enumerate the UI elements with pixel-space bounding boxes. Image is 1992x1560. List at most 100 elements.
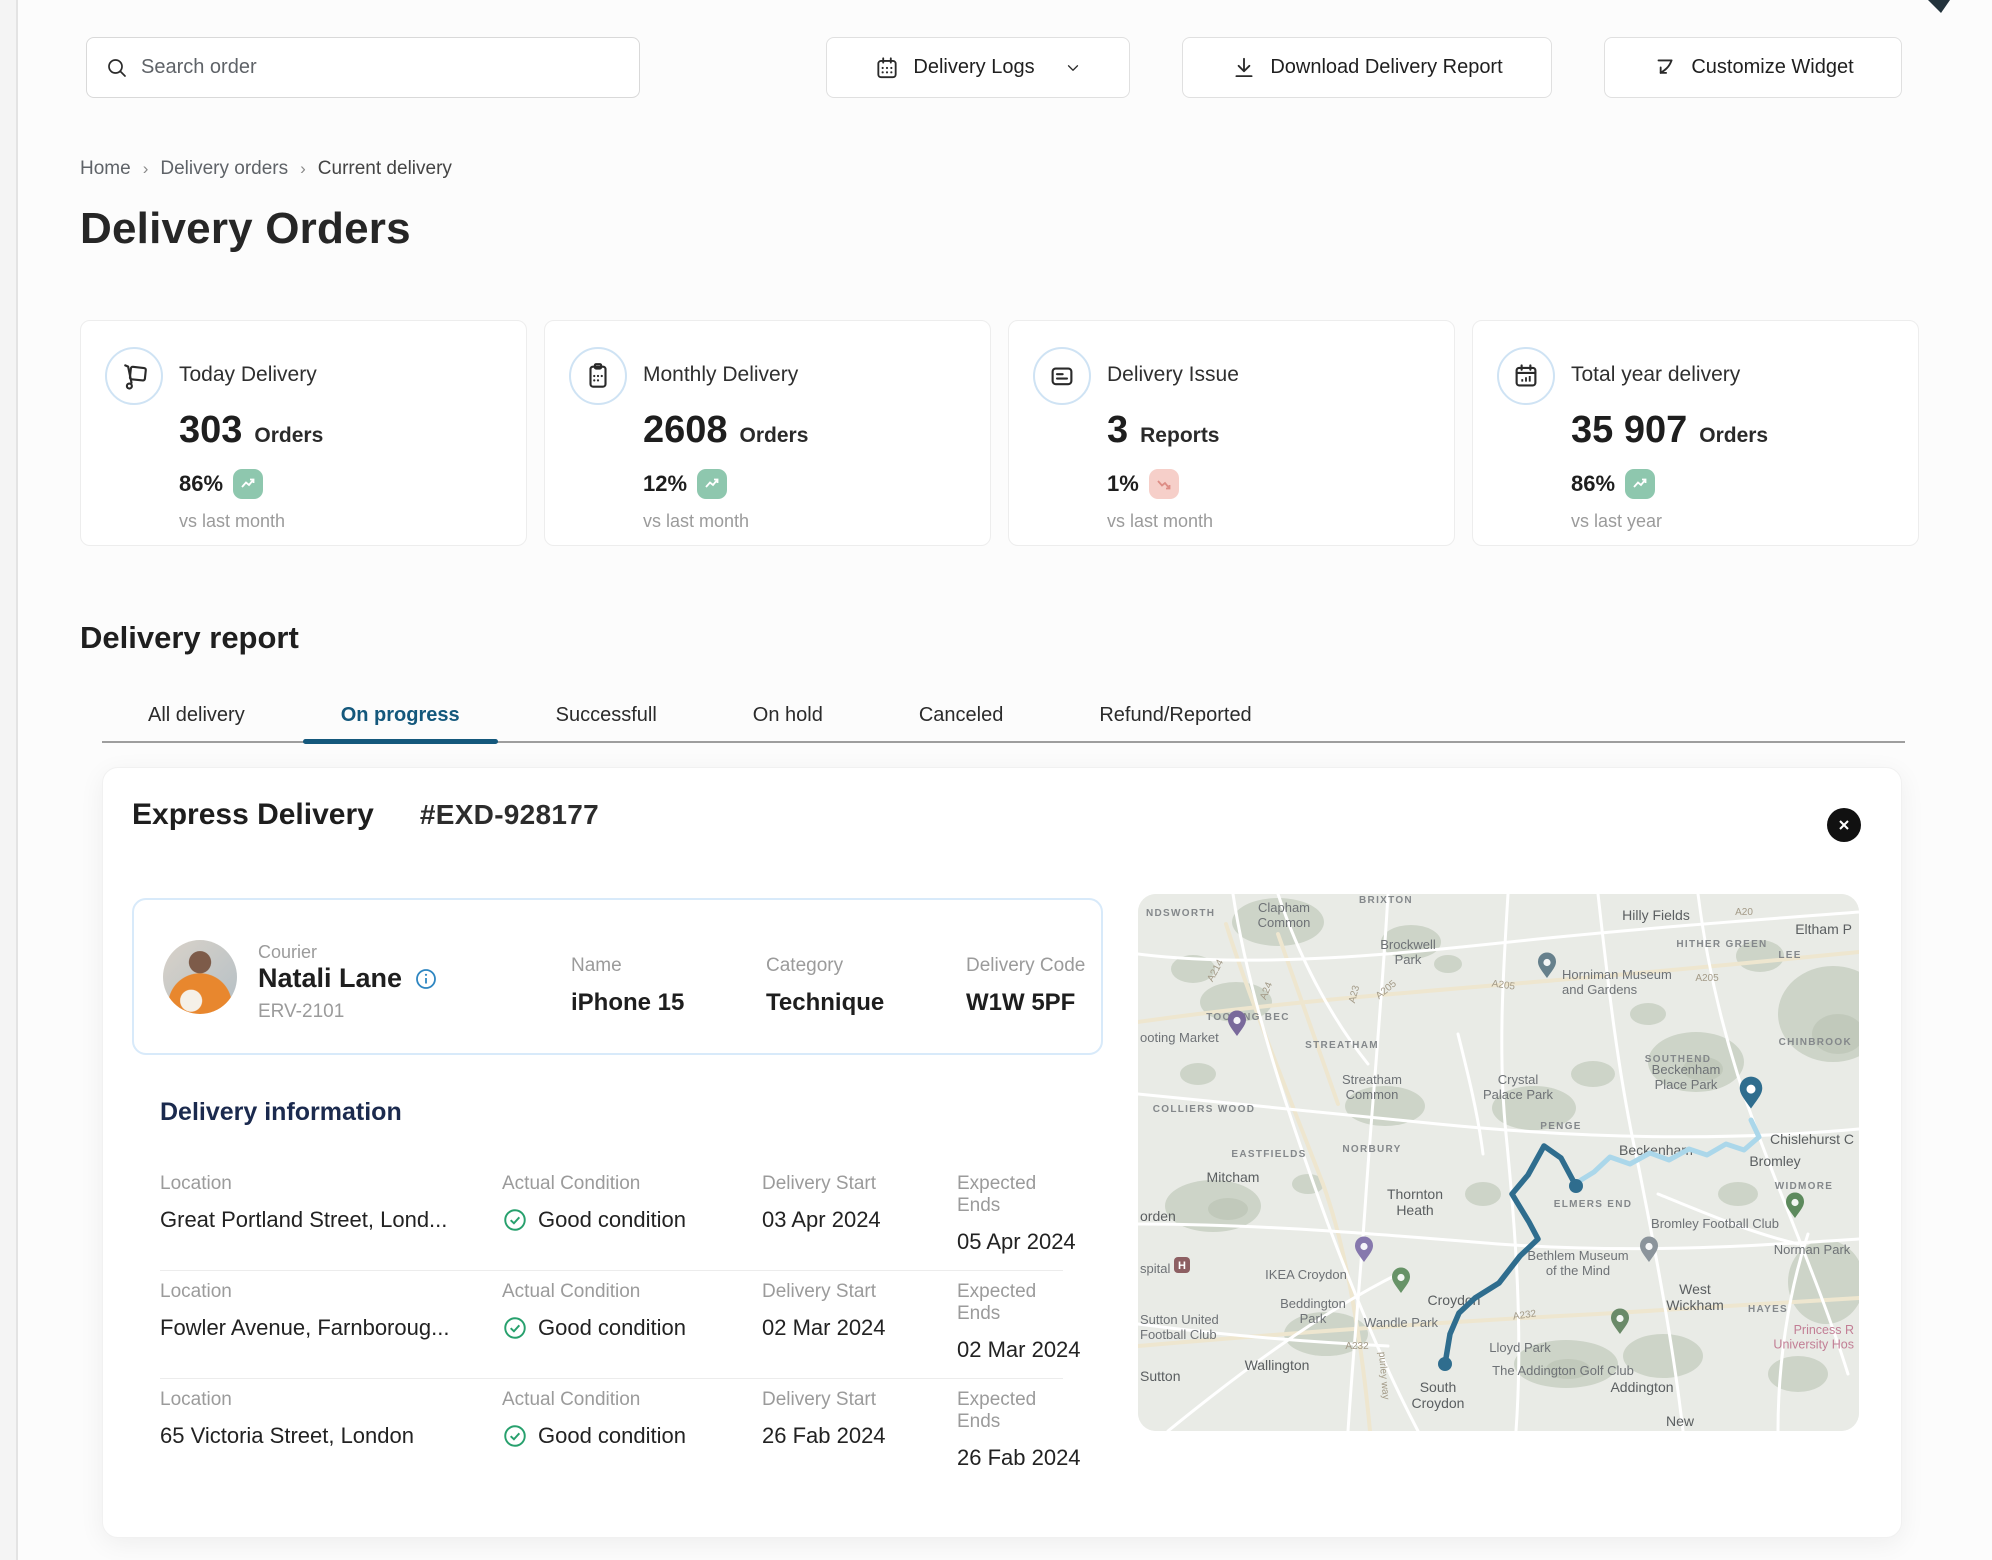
trend-up-icon	[1625, 469, 1655, 499]
stat-title: Delivery Issue	[1107, 363, 1239, 387]
calendar-icon	[874, 55, 900, 81]
map-label: A20	[1735, 907, 1753, 918]
delivery-logs-button[interactable]: Delivery Logs	[826, 37, 1130, 98]
info-icon[interactable]	[414, 967, 438, 991]
breadcrumb-current-delivery[interactable]: Current delivery	[318, 158, 452, 180]
stat-comparison: vs last year	[1571, 511, 1662, 532]
map-label: The Addington Golf Club	[1492, 1363, 1634, 1378]
tab-on-progress[interactable]: On progress	[295, 694, 506, 741]
end-date: 26 Fab 2024	[957, 1445, 1081, 1471]
field-value: iPhone 15	[571, 989, 684, 1017]
column-label: Expected Ends	[957, 1173, 1076, 1217]
field-value: Technique	[766, 989, 884, 1017]
stat-value: 35 907	[1571, 409, 1687, 452]
page-title: Delivery Orders	[80, 204, 411, 254]
field-delivery-code: Delivery Code W1W 5PF	[966, 955, 1085, 1017]
check-circle-icon	[502, 1315, 528, 1341]
map-label: TOOTING BEC	[1206, 1012, 1290, 1023]
column-label: Location	[160, 1389, 414, 1411]
stat-percent: 86%	[1571, 471, 1615, 497]
report-tabs: All delivery On progress Successfull On …	[102, 694, 1905, 743]
map-label: Wallington	[1245, 1357, 1310, 1373]
map-label: STREATHAM	[1305, 1040, 1379, 1051]
column-label: Delivery Start	[762, 1281, 886, 1303]
field-label: Category	[766, 955, 884, 977]
courier-label: Courier	[258, 942, 317, 963]
route-end-dot	[1438, 1357, 1452, 1371]
tab-on-hold[interactable]: On hold	[707, 694, 869, 741]
left-rail	[0, 0, 18, 1560]
breadcrumb-delivery-orders[interactable]: Delivery orders	[160, 158, 288, 180]
map-label: EASTFIELDS	[1231, 1149, 1306, 1160]
map-label: HITHER GREEN	[1676, 939, 1767, 950]
stat-title: Monthly Delivery	[643, 363, 798, 387]
stat-value: 2608	[643, 409, 728, 452]
map-label: Mitcham	[1207, 1169, 1260, 1185]
map-label: StreathamCommon	[1342, 1072, 1402, 1102]
map-label: New	[1666, 1413, 1695, 1429]
location-value: Great Portland Street, Lond...	[160, 1207, 447, 1233]
delivery-logs-label: Delivery Logs	[913, 56, 1034, 79]
tab-canceled[interactable]: Canceled	[873, 694, 1050, 741]
trend-up-icon	[233, 469, 263, 499]
map-label: NORBURY	[1342, 1144, 1401, 1155]
search-input[interactable]	[141, 56, 621, 79]
map-label: Bromley Football Club	[1651, 1216, 1779, 1231]
breadcrumb-separator: ›	[300, 159, 306, 179]
search-box	[86, 37, 640, 98]
end-date: 02 Mar 2024	[957, 1337, 1081, 1363]
map-label: PENGE	[1540, 1121, 1582, 1132]
trend-up-icon	[697, 469, 727, 499]
start-date: 03 Apr 2024	[762, 1207, 881, 1233]
download-report-button[interactable]: Download Delivery Report	[1182, 37, 1552, 98]
start-date: 02 Mar 2024	[762, 1315, 886, 1341]
breadcrumb-separator: ›	[143, 159, 149, 179]
end-date: 05 Apr 2024	[957, 1229, 1076, 1255]
stat-unit: Orders	[740, 424, 809, 448]
tab-refund-reported[interactable]: Refund/Reported	[1053, 694, 1297, 741]
field-category: Category Technique	[766, 955, 884, 1017]
customize-widget-button[interactable]: Customize Widget	[1604, 37, 1902, 98]
hospital-pin: H	[1174, 1257, 1190, 1273]
column-label: Location	[160, 1173, 447, 1195]
map-label: Sutton	[1140, 1368, 1180, 1384]
start-date: 26 Fab 2024	[762, 1423, 886, 1449]
map-label: ClaphamCommon	[1258, 900, 1311, 930]
stat-percent: 12%	[643, 471, 687, 497]
field-value: W1W 5PF	[966, 989, 1085, 1017]
map-label: Hilly Fields	[1622, 907, 1690, 923]
column-label: Expected Ends	[957, 1389, 1081, 1433]
courier-avatar	[163, 940, 237, 1014]
stat-percent: 86%	[179, 471, 223, 497]
route-map[interactable]: NDSWORTHClaphamCommonBRIXTONHilly Fields…	[1138, 894, 1859, 1431]
map-label: BeckenhamPlace Park	[1652, 1062, 1721, 1092]
close-button[interactable]	[1827, 808, 1861, 842]
tab-all-delivery[interactable]: All delivery	[102, 694, 291, 741]
customize-widget-icon	[1652, 55, 1678, 81]
stat-title: Total year delivery	[1571, 363, 1740, 387]
column-label: Actual Condition	[502, 1389, 686, 1411]
delivery-info-row: Location Fowler Avenue, Farnboroug... Ac…	[160, 1271, 1063, 1379]
close-icon	[1836, 817, 1852, 833]
map-label: NDSWORTH	[1146, 908, 1215, 919]
stat-title: Today Delivery	[179, 363, 317, 387]
breadcrumb: Home › Delivery orders › Current deliver…	[80, 158, 452, 180]
trolley-icon	[105, 347, 163, 405]
stat-comparison: vs last month	[1107, 511, 1213, 532]
tab-successfull[interactable]: Successfull	[510, 694, 703, 741]
check-circle-icon	[502, 1207, 528, 1233]
map-label: Addington	[1610, 1379, 1673, 1395]
report-heading: Delivery report	[80, 620, 299, 656]
map-label: COLLIERS WOOD	[1153, 1104, 1255, 1115]
column-label: Location	[160, 1281, 449, 1303]
check-circle-icon	[502, 1423, 528, 1449]
location-value: 65 Victoria Street, London	[160, 1423, 414, 1449]
map-label: Sutton UnitedFootball Club	[1140, 1312, 1219, 1342]
stat-unit: Reports	[1140, 424, 1219, 448]
map-label: HAYES	[1748, 1304, 1788, 1315]
condition-value: Good condition	[538, 1207, 686, 1233]
search-icon	[105, 56, 129, 80]
map-label: Wandle Park	[1364, 1315, 1438, 1330]
delivery-information-heading: Delivery information	[160, 1098, 402, 1127]
breadcrumb-home[interactable]: Home	[80, 158, 131, 180]
